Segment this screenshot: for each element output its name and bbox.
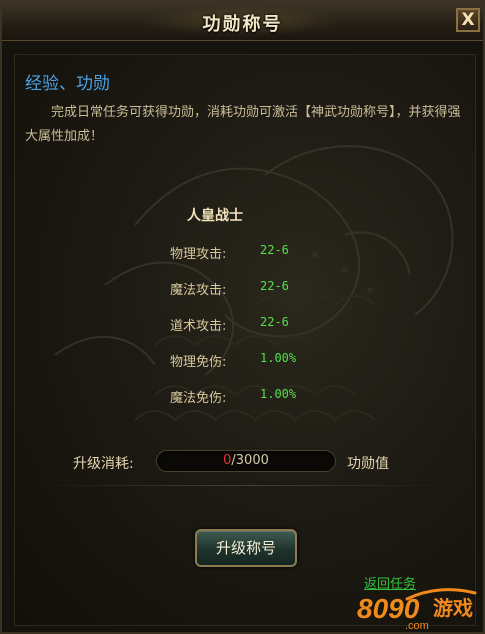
close-button[interactable]: X xyxy=(456,8,480,32)
upgrade-cost-text: 0/3000 xyxy=(157,453,335,468)
rank-name: 人皇战士 xyxy=(187,208,243,224)
attribute-value: 22-6 xyxy=(260,243,289,257)
section-heading: 经验、功勋 xyxy=(25,74,110,94)
watermark-word: 游戏 xyxy=(433,596,473,620)
intro-description: 完成日常任务可获得功勋，消耗功勋可激活【神武功勋称号】，并获得强大属性加成！ xyxy=(25,105,461,144)
attribute-value: 1.00% xyxy=(260,387,297,401)
upgrade-title-button[interactable]: 升级称号 xyxy=(195,529,297,567)
divider xyxy=(37,485,453,486)
attribute-label: 道术攻击: xyxy=(170,319,227,334)
title-panel-window: 功勋称号 X 经验、功勋 完成日常任务可获得功勋，消耗功勋可激活【神武功勋称号】… xyxy=(0,0,485,634)
attribute-label: 物理免伤: xyxy=(170,355,227,370)
upgrade-cost-unit: 功勋值 xyxy=(347,456,389,472)
window-title: 功勋称号 xyxy=(202,14,283,35)
watermark-domain: .com xyxy=(405,620,429,631)
attribute-value: 22-6 xyxy=(260,315,289,329)
attribute-label: 物理攻击: xyxy=(170,247,227,262)
upgrade-cost-progress-bar: 0/3000 xyxy=(156,450,336,472)
attribute-value: 1.00% xyxy=(260,351,297,365)
attribute-label: 魔法免伤: xyxy=(170,391,227,406)
attribute-value: 22-6 xyxy=(260,279,289,293)
content-area: 经验、功勋 完成日常任务可获得功勋，消耗功勋可激活【神武功勋称号】，并获得强大属… xyxy=(14,54,476,626)
attribute-label: 魔法攻击: xyxy=(170,283,227,298)
site-watermark-logo: 8090 游戏 .com xyxy=(357,588,477,631)
upgrade-cost-label: 升级消耗: xyxy=(73,456,134,472)
title-bar: 功勋称号 X xyxy=(2,2,483,41)
upgrade-cost-required: /3000 xyxy=(231,453,269,468)
